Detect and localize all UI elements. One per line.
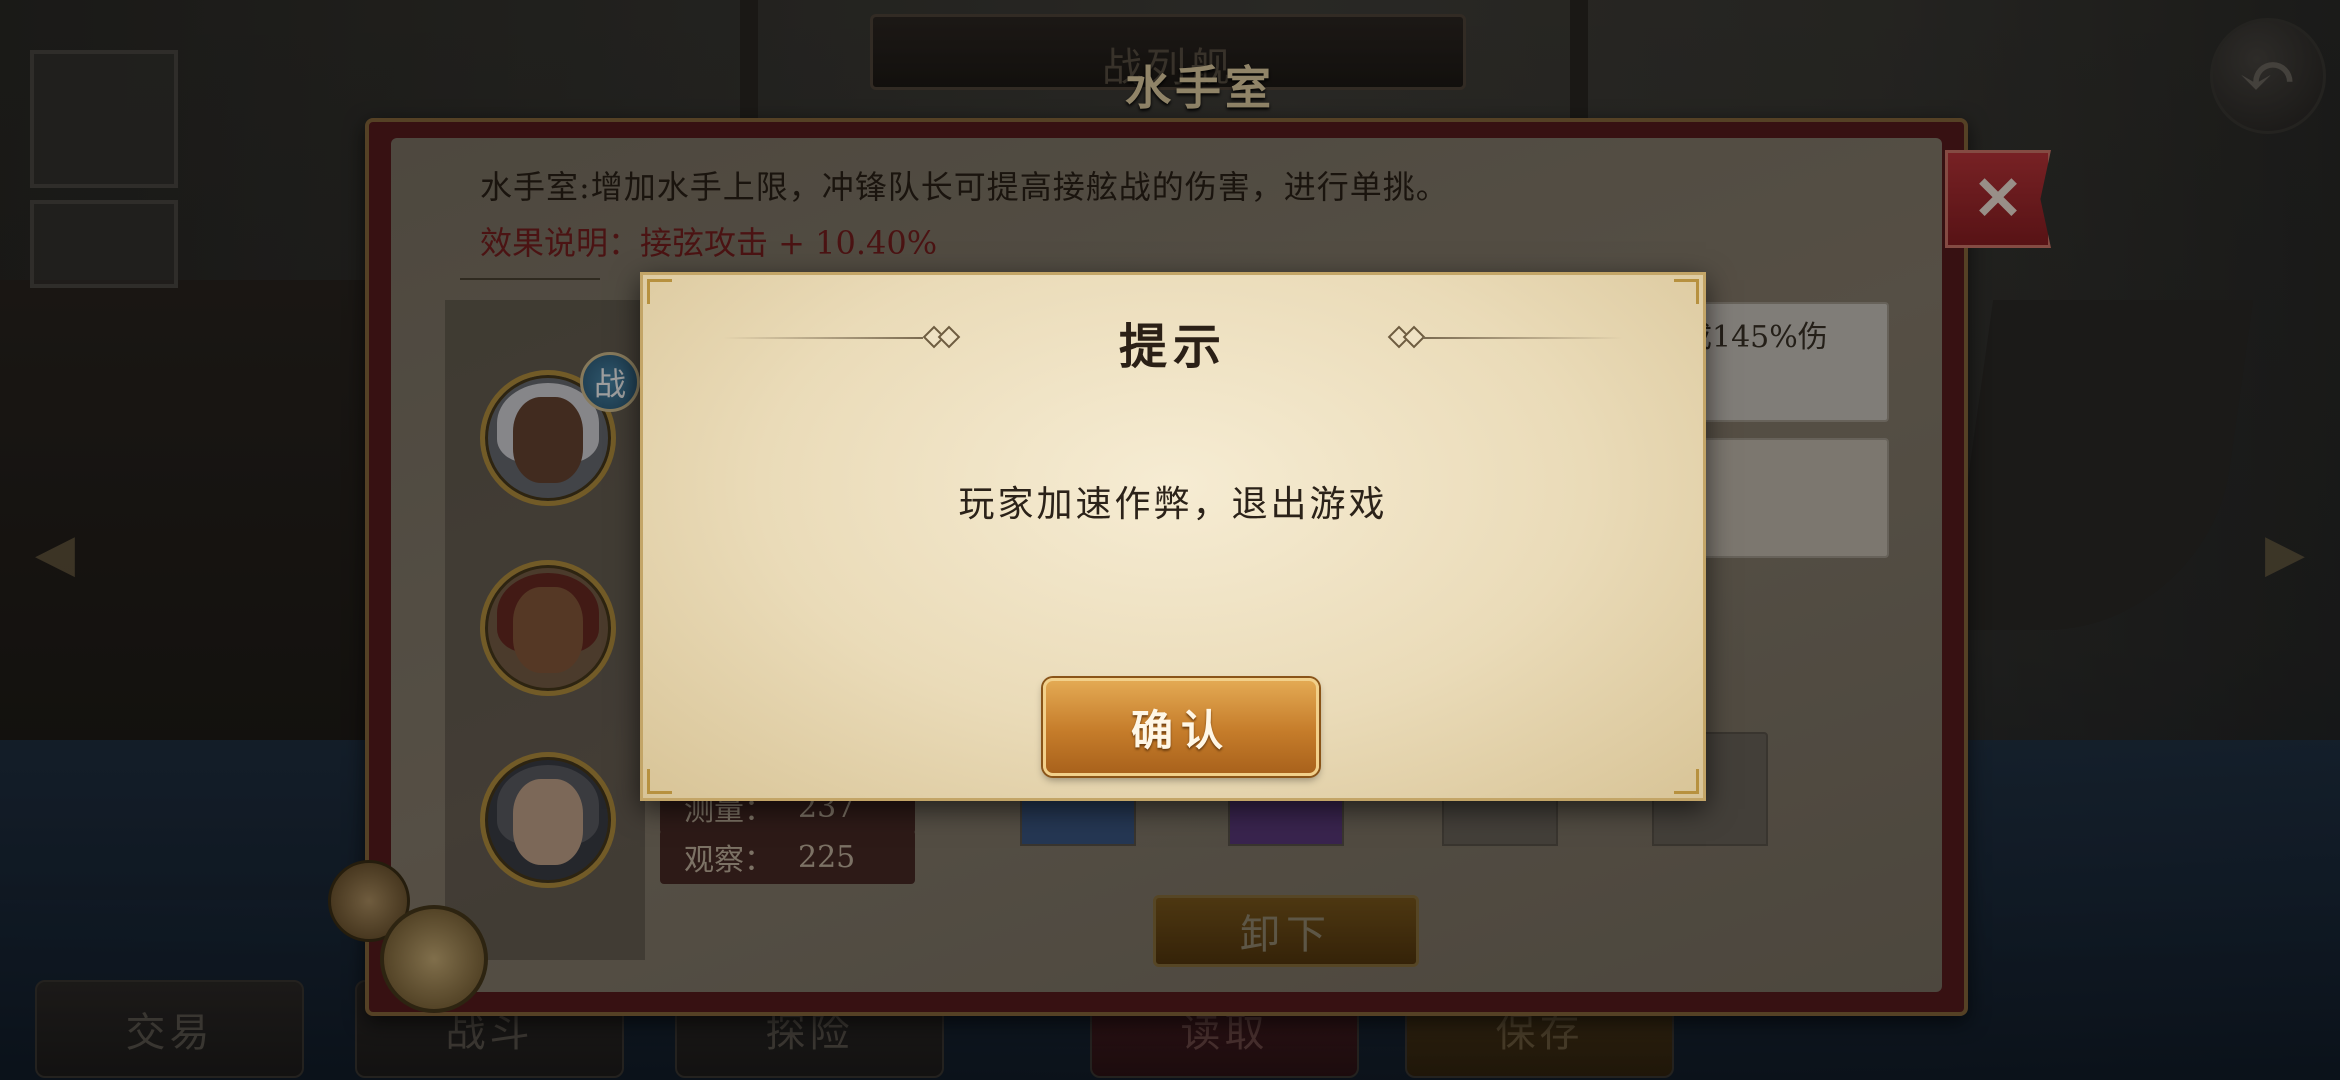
chevron-left-icon: ◂ [34, 503, 76, 597]
page-title: 水手室 [1125, 61, 1275, 115]
compass-icon [380, 905, 488, 1013]
avatar-face [513, 779, 583, 865]
dialog-message: 玩家加速作弊，退出游戏 [958, 484, 1388, 525]
deck-panel [30, 50, 178, 188]
divider-ornament [460, 278, 600, 290]
stat-observe: 观察： 225 [660, 830, 915, 884]
sailor-avatar[interactable] [480, 752, 616, 888]
title-line-right [1423, 337, 1623, 339]
stat-label: 观察： [684, 843, 774, 878]
unload-button[interactable]: 卸下 [1153, 895, 1419, 967]
dialog-title: 提示 [1118, 319, 1227, 375]
alert-dialog: 提示 玩家加速作弊，退出游戏 确认 [640, 272, 1706, 801]
back-arrow-icon: ↶ [2238, 35, 2298, 117]
deck-panel [30, 200, 178, 288]
battle-badge: 战 [580, 352, 640, 412]
corner-ornament [1674, 769, 1699, 794]
nav-right-button[interactable]: ▸ [2250, 490, 2320, 610]
effect-description: 效果说明：接弦攻击 + 10.40% [480, 224, 938, 262]
corner-ornament [1674, 279, 1699, 304]
chevron-right-icon: ▸ [2264, 503, 2306, 597]
room-description: 水手室:增加水手上限，冲锋队长可提高接舷战的伤害，进行单挑。 [480, 168, 1449, 206]
corner-ornament [647, 279, 672, 304]
avatar-face [513, 397, 583, 483]
stat-value: 225 [798, 839, 856, 875]
trade-button[interactable]: 交易 [35, 980, 304, 1078]
confirm-button[interactable]: 确认 [1043, 678, 1319, 776]
panel-close-button[interactable]: ✕ [1945, 150, 2051, 248]
back-button[interactable]: ↶ [2210, 18, 2326, 134]
sailor-avatar[interactable] [480, 560, 616, 696]
avatar-face [513, 587, 583, 673]
nav-left-button[interactable]: ◂ [20, 490, 90, 610]
close-icon: ✕ [1972, 164, 2024, 234]
corner-ornament [647, 769, 672, 794]
